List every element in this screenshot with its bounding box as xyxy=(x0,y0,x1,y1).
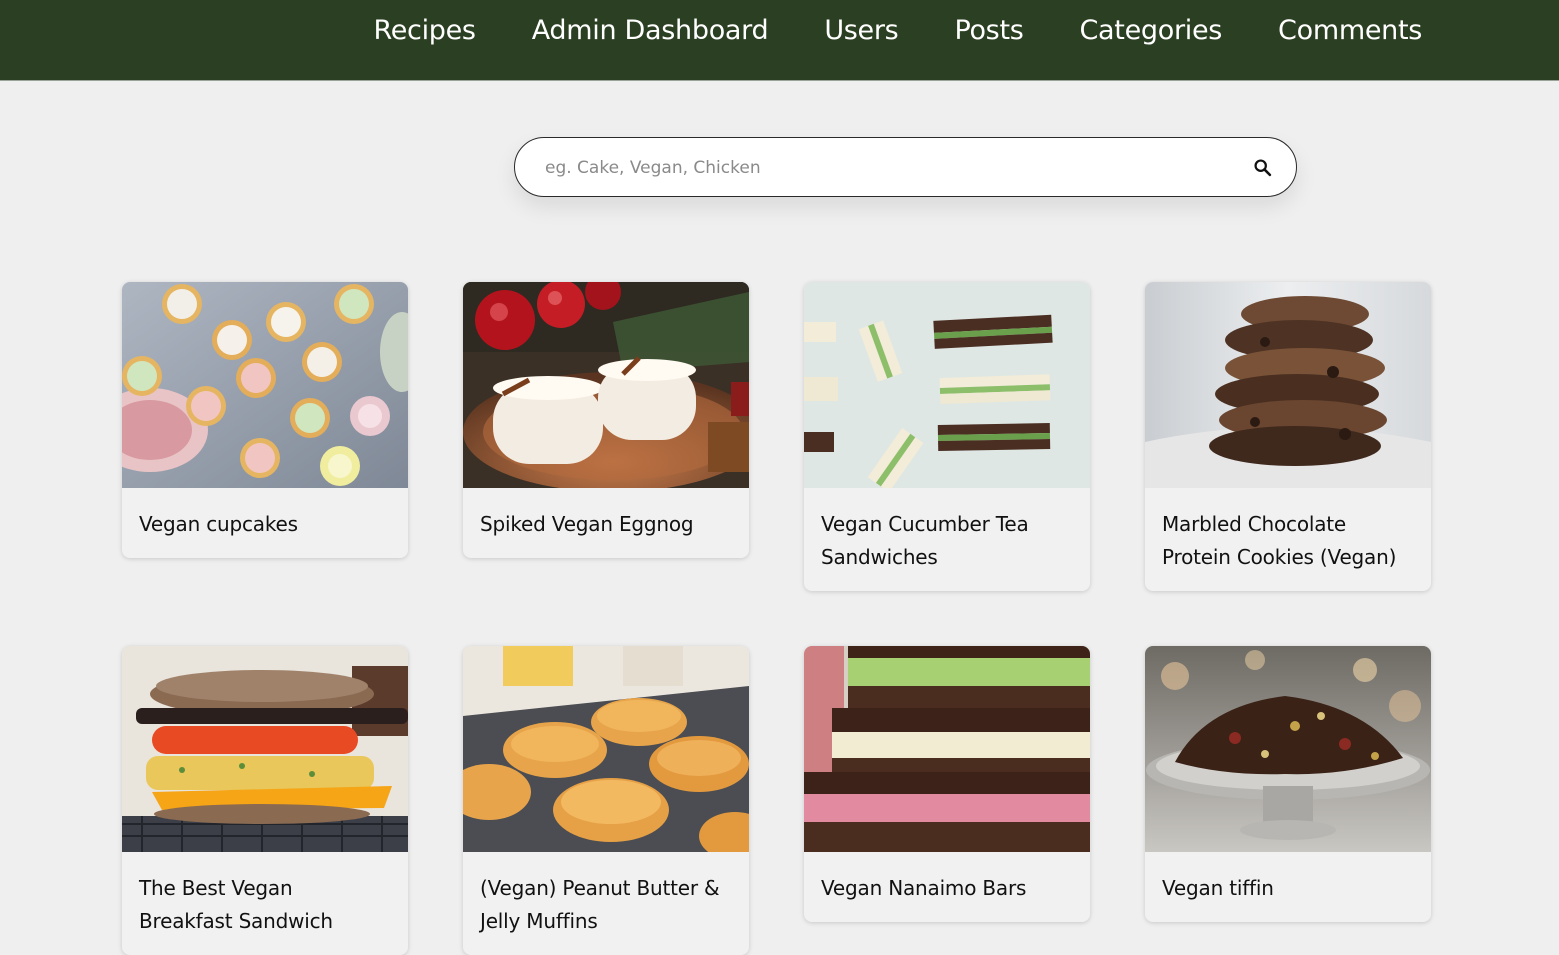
recipe-title: Vegan tiffin xyxy=(1162,876,1274,900)
recipe-card[interactable]: Marbled Chocolate Protein Cookies (Vegan… xyxy=(1145,282,1431,591)
search-bar xyxy=(514,137,1297,198)
chocolate-cookies-photo xyxy=(1145,282,1431,488)
recipe-title: Spiked Vegan Eggnog xyxy=(480,512,694,536)
nav-recipes[interactable]: Recipes xyxy=(373,15,476,46)
breakfast-sandwich-photo xyxy=(122,646,408,852)
recipe-title: Vegan Cucumber Tea Sandwiches xyxy=(821,512,1029,569)
muffins-photo xyxy=(463,646,749,852)
recipe-card[interactable]: Vegan tiffin xyxy=(1145,646,1431,922)
tea-sandwiches-photo xyxy=(804,282,1090,488)
recipe-card[interactable]: Vegan Cucumber Tea Sandwiches xyxy=(804,282,1090,591)
nav-comments[interactable]: Comments xyxy=(1278,15,1422,46)
recipe-grid: Vegan cupcakes Spiked Vegan Eggnog Vegan… xyxy=(122,282,1431,955)
recipe-title: The Best Vegan Breakfast Sandwich xyxy=(139,876,333,933)
nanaimo-bars-photo xyxy=(804,646,1090,852)
search-input[interactable] xyxy=(543,138,1237,198)
nav-posts[interactable]: Posts xyxy=(954,15,1023,46)
nav-categories[interactable]: Categories xyxy=(1080,15,1223,46)
main-nav: Recipes Admin Dashboard Users Posts Cate… xyxy=(373,0,1422,60)
recipe-card[interactable]: Vegan cupcakes xyxy=(122,282,408,558)
nav-admin-dashboard[interactable]: Admin Dashboard xyxy=(532,15,769,46)
recipe-card[interactable]: (Vegan) Peanut Butter & Jelly Muffins xyxy=(463,646,749,955)
recipe-title: Vegan Nanaimo Bars xyxy=(821,876,1027,900)
tiffin-photo xyxy=(1145,646,1431,852)
nav-users[interactable]: Users xyxy=(824,15,898,46)
eggnog-photo xyxy=(463,282,749,488)
top-navigation-bar: Recipes Admin Dashboard Users Posts Cate… xyxy=(0,0,1559,81)
recipe-card[interactable]: The Best Vegan Breakfast Sandwich xyxy=(122,646,408,955)
recipe-card[interactable]: Vegan Nanaimo Bars xyxy=(804,646,1090,922)
recipe-title: Marbled Chocolate Protein Cookies (Vegan… xyxy=(1162,512,1397,569)
cupcakes-photo xyxy=(122,282,408,488)
search-icon[interactable] xyxy=(1252,157,1274,179)
recipe-card[interactable]: Spiked Vegan Eggnog xyxy=(463,282,749,558)
recipe-title: (Vegan) Peanut Butter & Jelly Muffins xyxy=(480,876,720,933)
recipe-title: Vegan cupcakes xyxy=(139,512,298,536)
